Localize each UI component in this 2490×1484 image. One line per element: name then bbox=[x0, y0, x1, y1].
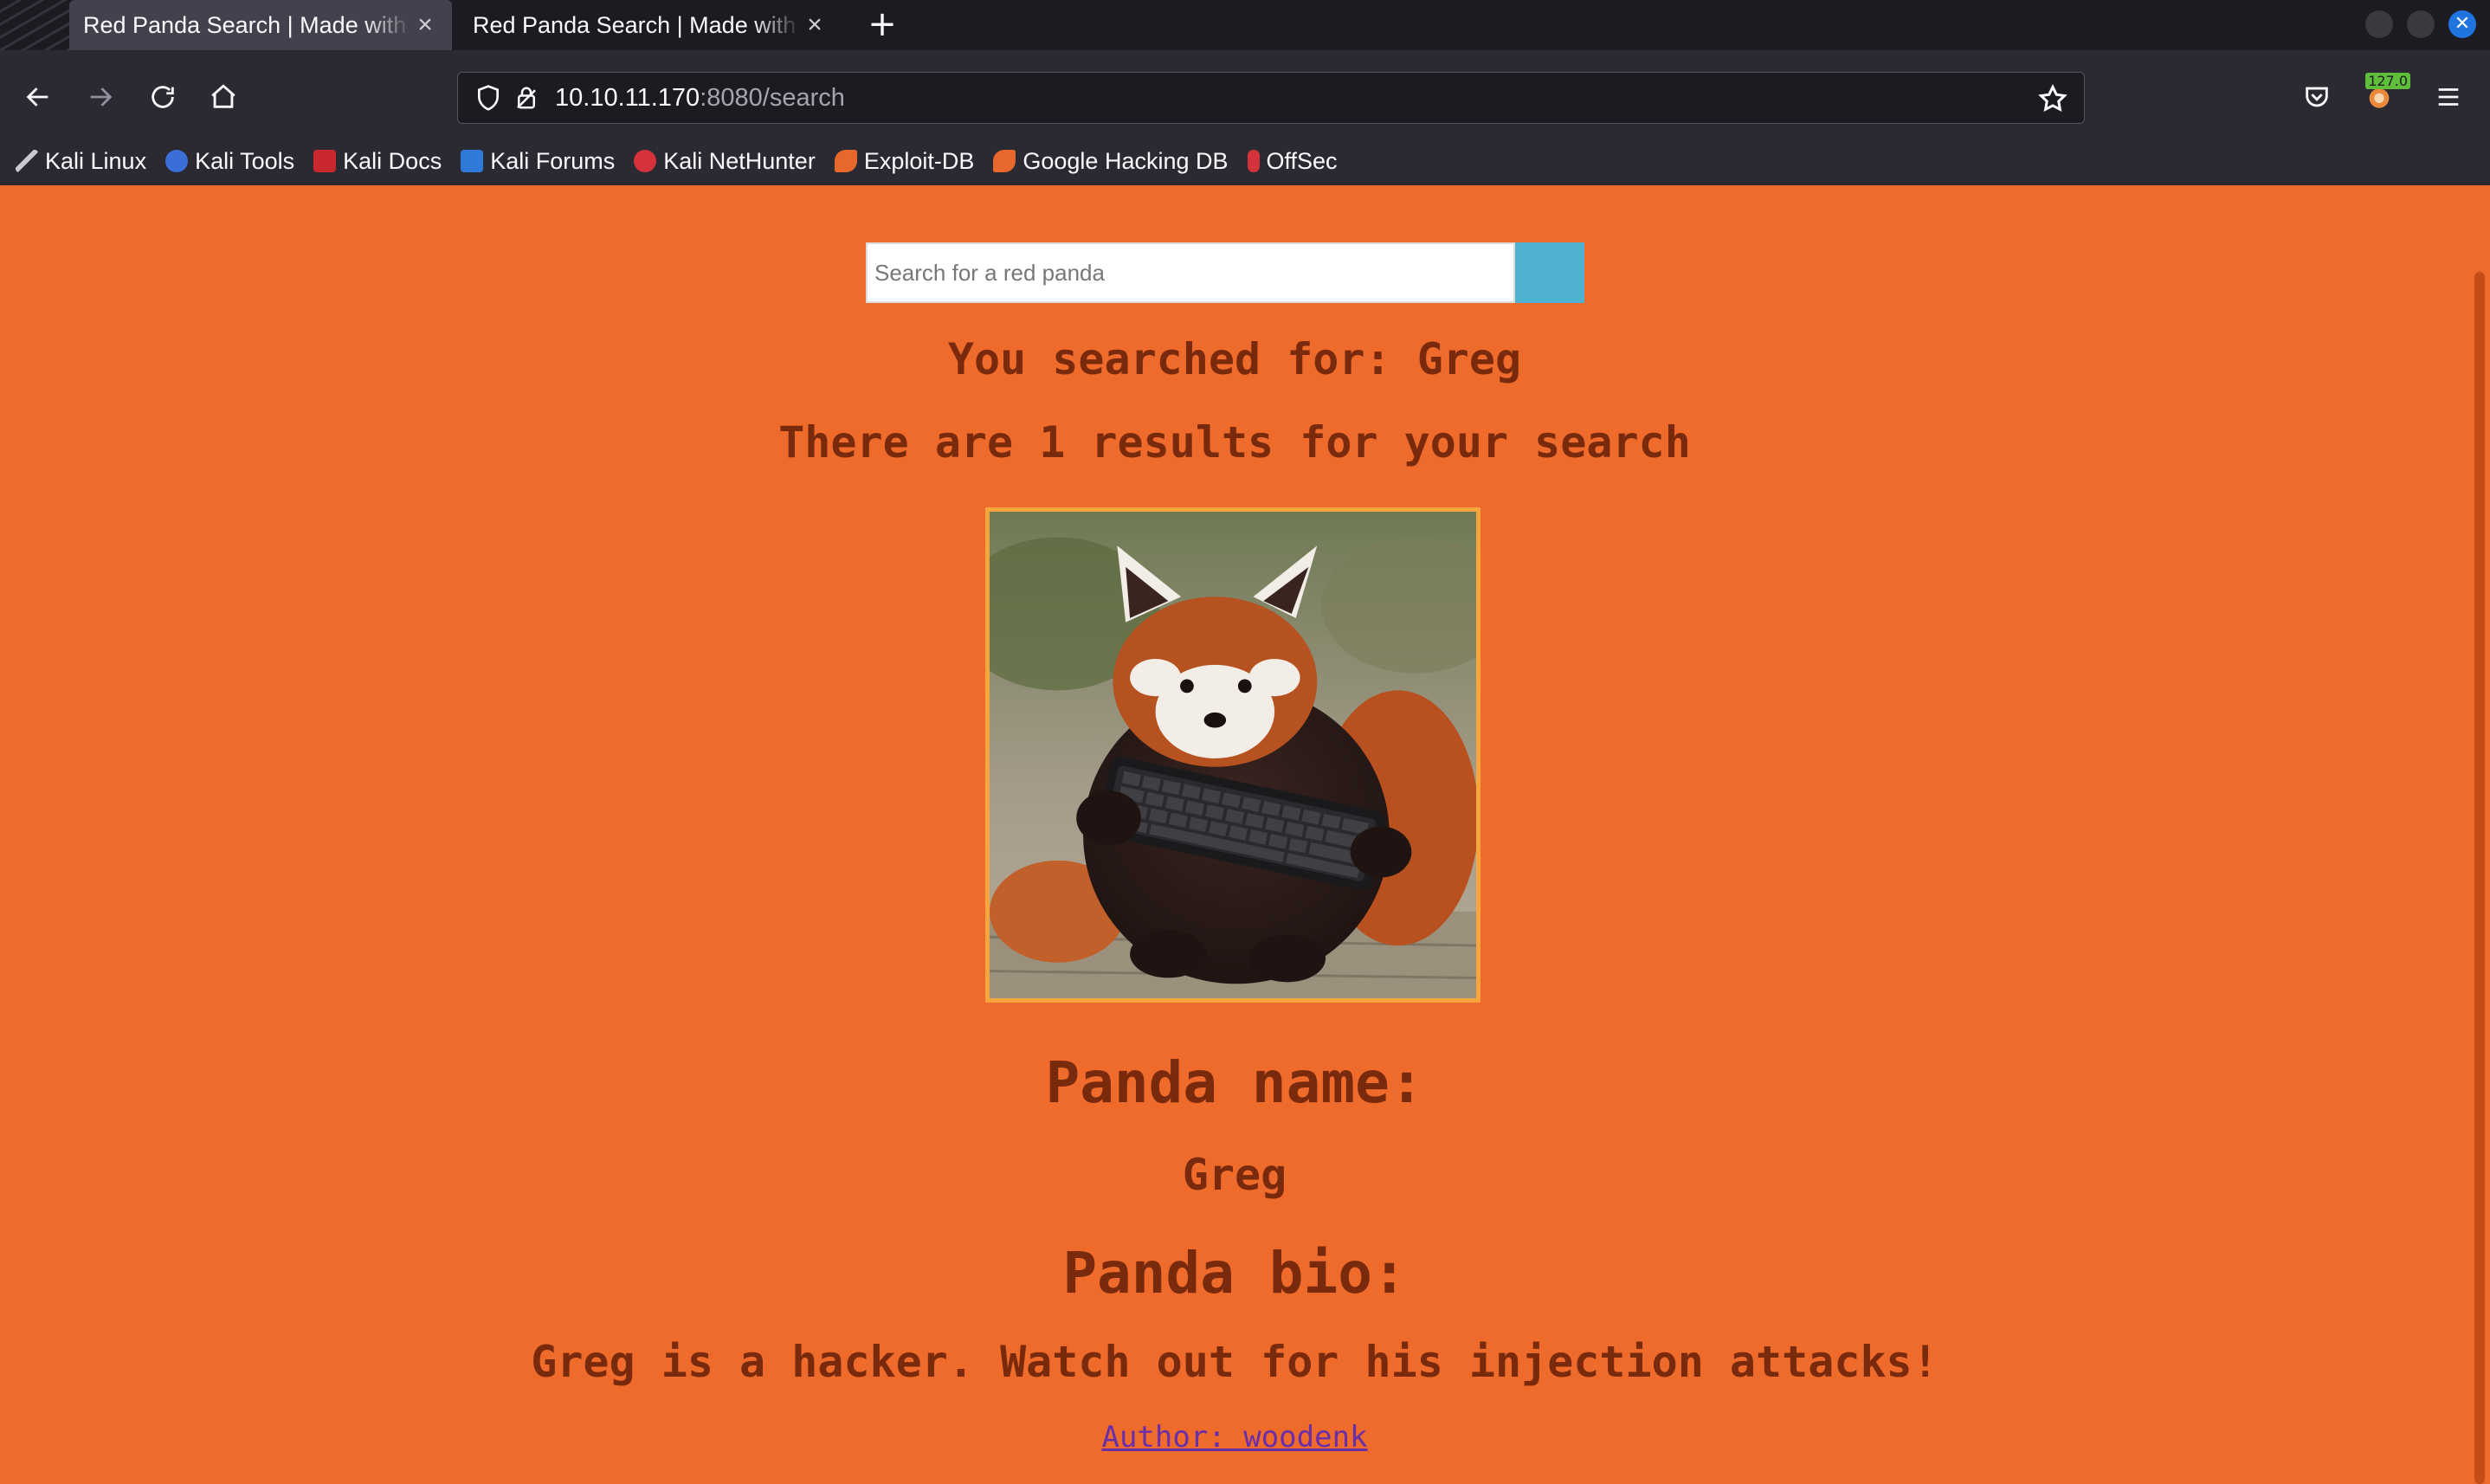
search-button[interactable] bbox=[1515, 242, 1584, 303]
search-form bbox=[866, 242, 1584, 303]
searched-for-heading: You searched for: Greg bbox=[947, 334, 1522, 384]
extension-button[interactable]: 127.0 bbox=[2358, 73, 2410, 118]
tab-2[interactable]: Red Panda Search | Made with Spring Boot… bbox=[459, 0, 842, 50]
bookmark-exploit-db[interactable]: Exploit-DB bbox=[834, 147, 975, 175]
minimize-button[interactable] bbox=[2365, 10, 2393, 38]
shield-icon[interactable] bbox=[474, 83, 503, 113]
panda-bio: Greg is a hacker. Watch out for his inje… bbox=[531, 1337, 1938, 1387]
bookmark-kali-nethunter[interactable]: Kali NetHunter bbox=[634, 148, 816, 175]
bookmark-offsec[interactable]: OffSec bbox=[1247, 147, 1338, 175]
author-link[interactable]: Author: woodenk bbox=[0, 1420, 2469, 1455]
titlebar-decoration bbox=[0, 0, 69, 50]
kali-forums-icon bbox=[461, 150, 484, 172]
pocket-icon bbox=[2306, 87, 2328, 107]
home-icon bbox=[211, 84, 235, 108]
tab-bar: Red Panda Search | Made with Spring Boot… bbox=[0, 0, 2490, 50]
menu-button[interactable] bbox=[2428, 76, 2469, 118]
tab-1[interactable]: Red Panda Search | Made with Spring Boot… bbox=[69, 0, 452, 50]
close-window-button[interactable]: ✕ bbox=[2448, 10, 2476, 38]
bookmark-label: Kali Tools bbox=[195, 147, 295, 174]
bookmark-kali-linux[interactable]: Kali Linux bbox=[16, 148, 146, 175]
bookmark-label: Exploit-DB bbox=[863, 147, 975, 174]
kali-docs-icon bbox=[313, 150, 337, 172]
page-scrollbar[interactable] bbox=[2469, 185, 2490, 1484]
search-input[interactable] bbox=[866, 242, 1515, 303]
bookmark-label: Kali Forums bbox=[490, 147, 616, 174]
red-panda-picture bbox=[990, 512, 1476, 998]
maximize-button[interactable] bbox=[2407, 10, 2435, 38]
bookmark-kali-forums[interactable]: Kali Forums bbox=[461, 148, 615, 175]
bookmark-label: Google Hacking DB bbox=[1022, 147, 1229, 174]
page-content: You searched for: Greg There are 1 resul… bbox=[0, 185, 2469, 1484]
pocket-button[interactable] bbox=[2296, 76, 2338, 118]
home-button[interactable] bbox=[203, 76, 244, 118]
new-tab-button[interactable]: + bbox=[862, 5, 902, 45]
panda-name: Greg bbox=[1182, 1150, 1287, 1200]
bookmark-google-hacking-db[interactable]: Google Hacking DB bbox=[993, 147, 1229, 175]
kali-tools-icon bbox=[165, 150, 189, 172]
hamburger-menu-icon bbox=[2438, 88, 2459, 106]
bookmark-kali-docs[interactable]: Kali Docs bbox=[313, 148, 442, 175]
nethunter-icon bbox=[634, 150, 657, 172]
bookmark-label: OffSec bbox=[1266, 147, 1338, 174]
navigation-toolbar: 10.10.11.170 :8080/search 127.0 bbox=[0, 50, 2490, 144]
bookmark-kali-tools[interactable]: Kali Tools bbox=[165, 148, 294, 175]
tab-title: Red Panda Search | Made with Spring Boot bbox=[83, 11, 412, 38]
arrow-right-icon bbox=[90, 87, 113, 106]
reload-icon bbox=[152, 86, 174, 108]
panda-image bbox=[985, 507, 1480, 1003]
bookmark-label: Kali Docs bbox=[343, 147, 442, 174]
forward-button[interactable] bbox=[80, 76, 121, 118]
back-button[interactable] bbox=[17, 76, 59, 118]
url-host: 10.10.11.170 bbox=[555, 83, 700, 112]
panda-bio-label: Panda bio: bbox=[1062, 1240, 1407, 1307]
close-tab-icon[interactable]: × bbox=[412, 10, 438, 40]
bookmark-label: Kali NetHunter bbox=[663, 147, 816, 174]
address-bar[interactable]: 10.10.11.170 :8080/search bbox=[457, 72, 2085, 124]
tab-title: Red Panda Search | Made with Spring Boot bbox=[473, 11, 802, 38]
arrow-left-icon bbox=[26, 87, 48, 106]
bookmark-label: Kali Linux bbox=[45, 147, 147, 174]
bookmarks-toolbar: Kali Linux Kali Tools Kali Docs Kali For… bbox=[0, 137, 2490, 185]
kali-dragon-icon bbox=[16, 150, 38, 172]
bookmark-star-icon[interactable] bbox=[2037, 83, 2068, 114]
exploitdb-icon bbox=[834, 150, 857, 172]
lock-insecure-icon[interactable] bbox=[512, 83, 541, 113]
results-count-heading: There are 1 results for your search bbox=[778, 417, 1691, 468]
ghdb-icon bbox=[993, 150, 1016, 172]
scrollbar-thumb[interactable] bbox=[2474, 272, 2485, 1484]
url-path: :8080/search bbox=[700, 83, 845, 112]
panda-name-label: Panda name: bbox=[1045, 1049, 1424, 1116]
reload-button[interactable] bbox=[142, 76, 184, 118]
extension-badge: 127.0 bbox=[2365, 73, 2410, 89]
close-tab-icon[interactable]: × bbox=[802, 10, 828, 40]
offsec-icon bbox=[1247, 150, 1260, 172]
